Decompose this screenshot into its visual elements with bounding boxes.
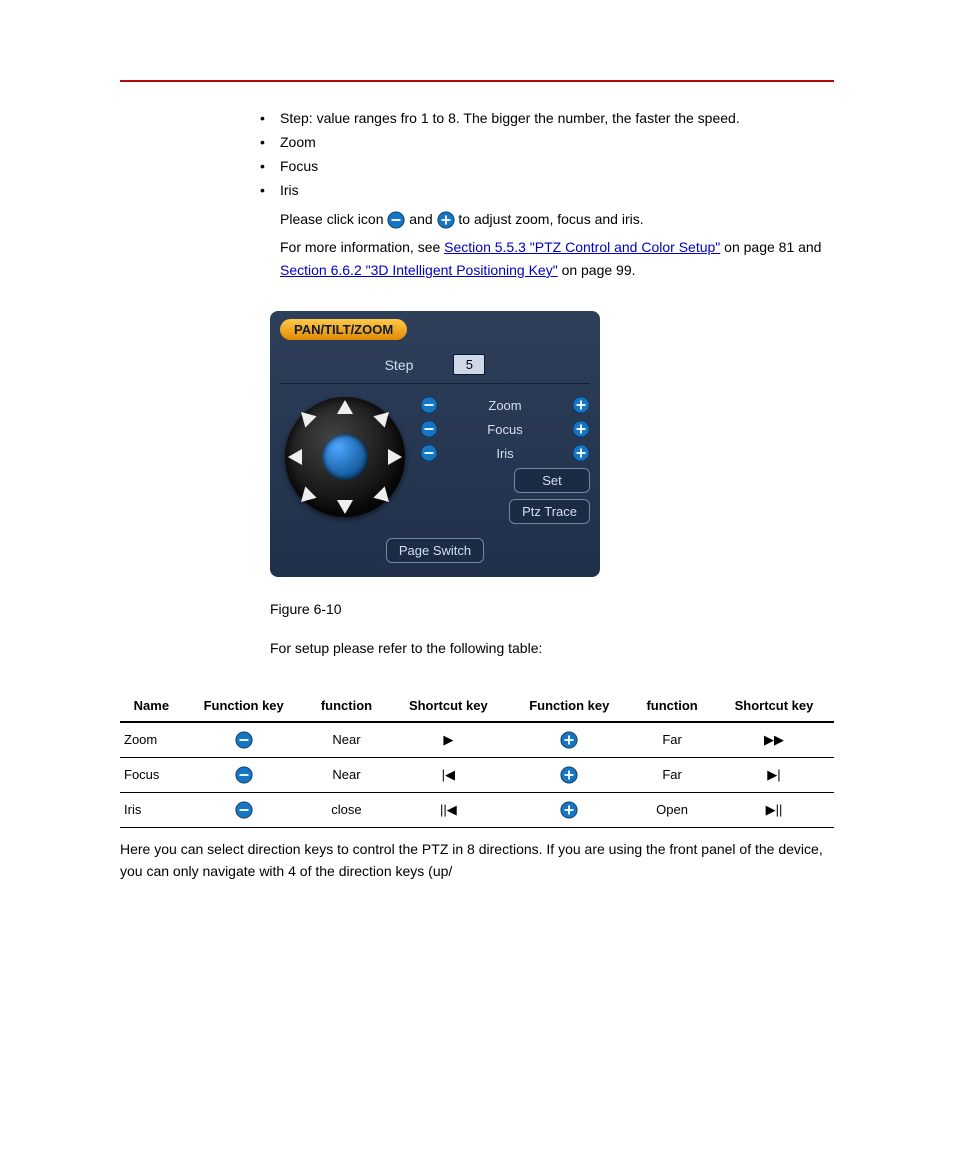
feature-bullets: Step: value ranges fro 1 to 8. The bigge… [260,110,834,198]
cell-fnkey [508,722,630,758]
table-row: Iris close ||◀ Open ▶|| [120,792,834,827]
note2-text: on page 99. [562,262,636,278]
plus-icon [560,801,578,819]
note-text: Please click icon [280,211,387,227]
cell-fn: Far [630,722,714,758]
iris-label: Iris [446,446,564,461]
focus-label: Focus [446,422,564,437]
table-header-row: Name Function key function Shortcut key … [120,690,834,722]
col-fn-2: function [630,690,714,722]
table-row: Zoom Near ▶ Far ▶▶ [120,722,834,758]
set-button[interactable]: Set [514,468,590,493]
focus-minus-button[interactable] [420,420,438,438]
table-row: Focus Near |◀ Far ▶| [120,757,834,792]
col-fnkey-2: Function key [508,690,630,722]
page-switch-button[interactable]: Page Switch [386,538,484,563]
figure-caption: Figure 6-10 [270,601,834,617]
cell-fnkey [508,792,630,827]
bullet-zoom: Zoom [260,134,834,150]
col-name: Name [120,690,183,722]
minus-icon [235,766,253,784]
ptz-figure: PAN/TILT/ZOOM Step 5 [270,311,834,577]
focus-plus-button[interactable] [572,420,590,438]
para-intro: For setup please refer to the following … [270,637,834,659]
arrow-left-icon[interactable] [288,449,302,465]
plus-icon [560,731,578,749]
zoom-plus-button[interactable] [572,396,590,414]
ptz-panel: PAN/TILT/ZOOM Step 5 [270,311,600,577]
note2-text: For more information, see [280,239,444,255]
col-fnkey-1: Function key [183,690,305,722]
plus-icon [560,766,578,784]
shortcut-table: Name Function key function Shortcut key … [120,690,834,828]
note-text: to adjust zoom, focus and iris. [458,211,643,227]
cell-fn: Far [630,757,714,792]
cell-fn: close [305,792,389,827]
cell-fn: Open [630,792,714,827]
cell-name: Focus [120,757,183,792]
cell-fnkey [183,722,305,758]
iris-plus-button[interactable] [572,444,590,462]
step-label: Step [385,357,414,373]
minus-icon [235,801,253,819]
bullet-iris: Iris [260,182,834,198]
cell-name: Iris [120,792,183,827]
col-sc-2: Shortcut key [714,690,834,722]
cell-fnkey [183,792,305,827]
step-value-input[interactable]: 5 [453,354,485,375]
iris-minus-button[interactable] [420,444,438,462]
xref-note: For more information, see Section 5.5.3 … [280,236,834,281]
icon-note: Please click icon and to adjust zoom, fo… [280,208,834,230]
note2-text: on page 81 and [724,239,821,255]
header-rule [120,80,834,82]
arrow-down-icon[interactable] [337,500,353,514]
minus-icon [235,731,253,749]
bullet-step: Step: value ranges fro 1 to 8. The bigge… [260,110,834,126]
ptz-title-tab: PAN/TILT/ZOOM [280,319,407,340]
cell-name: Zoom [120,722,183,758]
cell-fn: Near [305,722,389,758]
zoom-minus-button[interactable] [420,396,438,414]
cell-fnkey [508,757,630,792]
minus-icon [387,211,405,229]
joystick-hub[interactable] [322,434,368,480]
col-sc-1: Shortcut key [388,690,508,722]
cell-shortcut: |◀ [388,757,508,792]
bullet-focus: Focus [260,158,834,174]
separator [280,383,590,384]
para-directions: Here you can select direction keys to co… [120,838,834,883]
cell-shortcut: ▶| [714,757,834,792]
plus-icon [437,211,455,229]
cell-fnkey [183,757,305,792]
cell-shortcut: ||◀ [388,792,508,827]
zoom-label: Zoom [446,398,564,413]
direction-pad [280,392,410,522]
xref-link-2[interactable]: Section 6.6.2 "3D Intelligent Positionin… [280,262,558,278]
note-text: and [409,211,436,227]
ptz-trace-button[interactable]: Ptz Trace [509,499,590,524]
cell-fn: Near [305,757,389,792]
arrow-right-icon[interactable] [388,449,402,465]
arrow-up-icon[interactable] [337,400,353,414]
cell-shortcut: ▶ [388,722,508,758]
col-fn-1: function [305,690,389,722]
cell-shortcut: ▶|| [714,792,834,827]
cell-shortcut: ▶▶ [714,722,834,758]
xref-link-1[interactable]: Section 5.5.3 "PTZ Control and Color Set… [444,239,720,255]
